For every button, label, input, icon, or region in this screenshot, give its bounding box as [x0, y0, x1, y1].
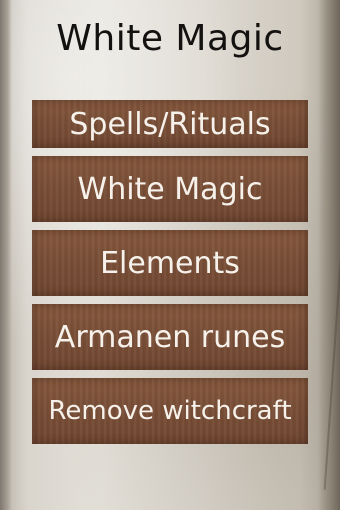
menu-item-spells-rituals[interactable]: Spells/Rituals — [32, 100, 308, 148]
page-title: White Magic — [56, 18, 284, 59]
menu-item-label: Remove witchcraft — [48, 396, 292, 426]
parchment-left-edge — [0, 0, 12, 510]
menu-item-elements[interactable]: Elements — [32, 230, 308, 296]
menu-item-label: White Magic — [77, 171, 263, 207]
menu-item-label: Spells/Rituals — [69, 107, 271, 142]
menu-item-label: Elements — [100, 245, 240, 281]
menu-item-armanen-runes[interactable]: Armanen runes — [32, 304, 308, 370]
menu-item-remove-witchcraft[interactable]: Remove witchcraft — [32, 378, 308, 444]
main-menu: Spells/Rituals White Magic Elements Arma… — [32, 100, 308, 452]
menu-item-label: Armanen runes — [54, 319, 286, 355]
menu-item-white-magic[interactable]: White Magic — [32, 156, 308, 222]
